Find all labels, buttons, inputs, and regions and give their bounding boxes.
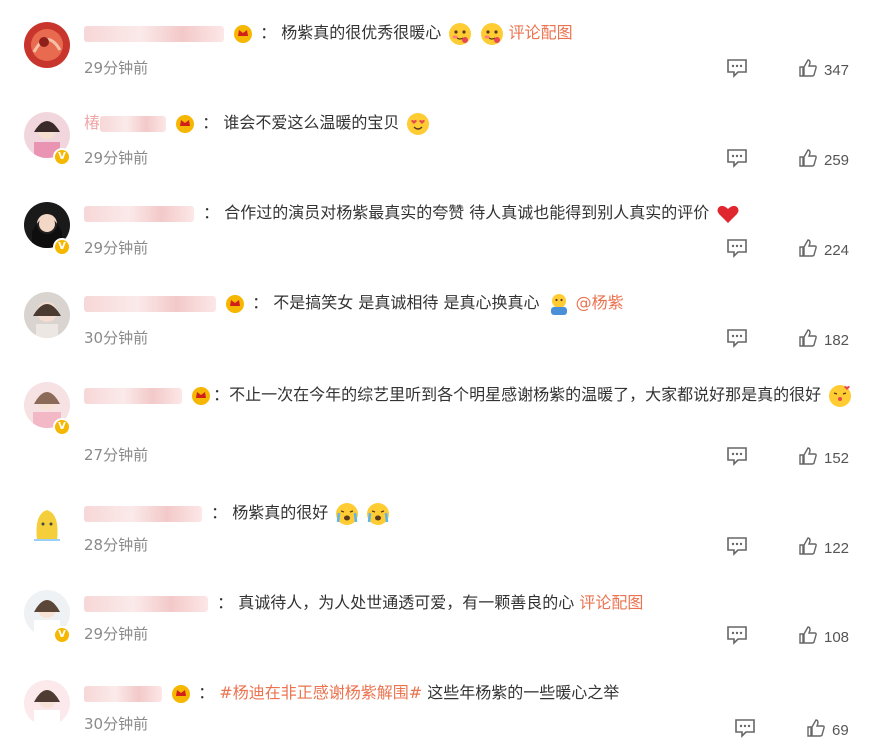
avatar[interactable]	[24, 680, 70, 726]
comment-text: 这些年杨紫的一些暖心之举	[427, 683, 620, 702]
blush-emoji-icon	[480, 22, 504, 46]
verified-badge-icon: V	[53, 238, 71, 256]
comment-time: 30分钟前	[84, 329, 149, 347]
like-icon[interactable]	[798, 625, 824, 649]
username-blurred[interactable]	[84, 205, 194, 222]
comment-line: ：不止一次在今年的综艺里听到各个明星感谢杨紫的温暖了，大家都说好那是真的很好	[84, 382, 860, 408]
hug-emoji-icon	[547, 292, 571, 316]
hashtag-link[interactable]: #杨迪在非正感谢杨紫解围#	[219, 683, 422, 702]
comment-actions: 152	[726, 446, 849, 470]
comment-line: ： 杨紫真的很优秀很暖心 评论配图	[84, 20, 860, 46]
like-icon[interactable]	[806, 718, 832, 742]
verified-badge-icon: V	[53, 418, 71, 436]
avatar[interactable]	[24, 22, 70, 68]
reply-icon[interactable]	[734, 718, 806, 742]
like-icon[interactable]	[798, 446, 824, 470]
username-blurred[interactable]	[84, 25, 224, 42]
comment-actions: 182	[726, 328, 849, 352]
comment-text: 真诚待人，为人处世通透可爱，有一颗善良的心	[238, 593, 575, 612]
verified-badge-icon: V	[53, 148, 71, 166]
like-count: 347	[824, 61, 850, 79]
crying-emoji-icon	[335, 502, 359, 526]
comment-actions: 108	[726, 625, 849, 649]
like-icon[interactable]	[798, 238, 824, 262]
comment-image-link[interactable]: 评论配图	[579, 593, 643, 612]
comment-line: 椿 ： 谁会不爱这么温暖的宝贝	[84, 110, 860, 136]
like-icon[interactable]	[798, 58, 824, 82]
like-count: 259	[824, 151, 850, 169]
comment-actions: 259	[726, 148, 849, 172]
comment-time: 29分钟前	[84, 59, 149, 77]
comment-line: ： 真诚待人，为人处世通透可爱，有一颗善良的心 评论配图	[84, 590, 860, 616]
like-icon[interactable]	[798, 536, 824, 560]
crown-icon	[225, 294, 245, 314]
comment-text: 不止一次在今年的综艺里听到各个明星感谢杨紫的温暖了，大家都说好那是真的很好	[229, 385, 822, 404]
username-blurred[interactable]	[84, 387, 182, 404]
comment-line: ： 合作过的演员对杨紫最真实的夸赞 待人真诚也能得到别人真实的评价	[84, 200, 860, 226]
comment-actions: 224	[726, 238, 849, 262]
comment-text: 谁会不爱这么温暖的宝贝	[223, 113, 400, 132]
comment-text: 杨紫真的很优秀很暖心	[281, 23, 442, 42]
mention-link[interactable]: @杨紫	[576, 293, 624, 312]
heart-eyes-emoji-icon	[406, 112, 430, 136]
reply-icon[interactable]	[726, 238, 798, 262]
reply-icon[interactable]	[726, 148, 798, 172]
comment-time: 29分钟前	[84, 149, 149, 167]
crown-icon	[233, 24, 253, 44]
like-icon[interactable]	[798, 148, 824, 172]
comment-time: 28分钟前	[84, 536, 149, 554]
avatar[interactable]	[24, 500, 70, 546]
comment-image-link[interactable]: 评论配图	[509, 23, 573, 42]
crown-icon	[175, 114, 195, 134]
username-blurred[interactable]	[84, 595, 208, 612]
comment-text: 杨紫真的很好	[232, 503, 329, 522]
username-visible-part[interactable]: 椿	[84, 113, 100, 132]
reply-icon[interactable]	[726, 446, 798, 470]
comment-time: 30分钟前	[84, 715, 149, 733]
comment-text: 不是搞笑女 是真诚相待 是真心换真心	[273, 293, 540, 312]
like-count: 122	[824, 539, 850, 557]
like-count: 182	[824, 331, 850, 349]
crown-icon	[171, 684, 191, 704]
verified-badge-icon: V	[53, 626, 71, 644]
comment-time: 29分钟前	[84, 239, 149, 257]
username-blurred[interactable]	[84, 505, 202, 522]
kiss-emoji-icon	[828, 384, 852, 408]
like-count: 69	[832, 721, 849, 739]
like-count: 108	[824, 628, 850, 646]
comment-actions: 69	[734, 718, 849, 742]
crown-icon	[191, 386, 211, 406]
comment-text: 合作过的演员对杨紫最真实的夸赞 待人真诚也能得到别人真实的评价	[224, 203, 710, 222]
reply-icon[interactable]	[726, 58, 798, 82]
comment-line: ： 不是搞笑女 是真诚相待 是真心换真心 @杨紫	[84, 290, 860, 316]
reply-icon[interactable]	[726, 536, 798, 560]
crying-emoji-icon	[366, 502, 390, 526]
comment-actions: 347	[726, 58, 849, 82]
avatar[interactable]	[24, 292, 70, 338]
like-count: 152	[824, 449, 850, 467]
red-heart-icon	[716, 202, 740, 226]
blush-emoji-icon	[448, 22, 472, 46]
like-icon[interactable]	[798, 328, 824, 352]
username-blurred[interactable]	[100, 115, 167, 132]
username-blurred[interactable]	[84, 295, 216, 312]
comment-actions: 122	[726, 536, 849, 560]
reply-icon[interactable]	[726, 625, 798, 649]
comment-line: ： 杨紫真的很好	[84, 500, 860, 526]
reply-icon[interactable]	[726, 328, 798, 352]
like-count: 224	[824, 241, 850, 259]
username-blurred[interactable]	[84, 685, 162, 702]
comment-time: 27分钟前	[84, 446, 149, 464]
comment-line: ： #杨迪在非正感谢杨紫解围# 这些年杨紫的一些暖心之举	[84, 680, 860, 706]
comment-time: 29分钟前	[84, 625, 149, 643]
